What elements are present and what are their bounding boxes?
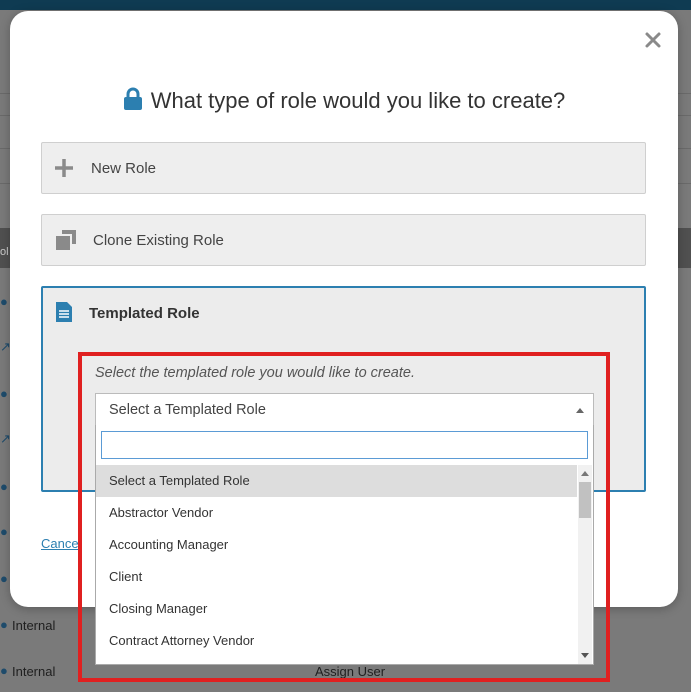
- dropdown-scrollbar[interactable]: [578, 465, 592, 664]
- clone-role-label: Clone Existing Role: [93, 232, 224, 249]
- dropdown-option[interactable]: Closing Manager: [96, 593, 577, 625]
- clone-icon: [55, 229, 77, 256]
- plus-icon: [54, 158, 74, 183]
- new-role-label: New Role: [91, 160, 157, 177]
- user-icon[interactable]: ●: [0, 480, 10, 494]
- scroll-down-icon[interactable]: [581, 653, 589, 658]
- close-icon[interactable]: [644, 31, 662, 49]
- dropdown-option[interactable]: Accounting Manager: [96, 529, 577, 561]
- modal-title-text: What type of role would you like to crea…: [150, 88, 566, 113]
- scrollbar-thumb[interactable]: [579, 482, 591, 518]
- user-icon[interactable]: ●: [0, 618, 10, 632]
- external-link-icon[interactable]: ↗: [0, 432, 10, 446]
- user-icon[interactable]: ●: [0, 525, 10, 539]
- external-link-icon[interactable]: ↗: [0, 340, 10, 354]
- user-icon[interactable]: ●: [0, 295, 10, 309]
- scroll-up-icon[interactable]: [581, 471, 589, 476]
- templated-role-label: Templated Role: [89, 305, 200, 322]
- user-icon[interactable]: ●: [0, 664, 10, 678]
- templated-instruction: Select the templated role you would like…: [95, 365, 415, 381]
- modal-title: What type of role would you like to crea…: [10, 87, 678, 117]
- user-icon[interactable]: ●: [0, 572, 10, 586]
- clone-role-option[interactable]: Clone Existing Role: [41, 214, 646, 266]
- dropdown-option[interactable]: Client: [96, 561, 577, 593]
- select-value: Select a Templated Role: [109, 402, 266, 418]
- bg-column-label: ol: [0, 246, 9, 258]
- document-icon: [55, 301, 73, 328]
- lock-icon: [123, 87, 143, 117]
- caret-up-icon: [576, 408, 584, 413]
- dropdown-options-list: Select a Templated Role Abstractor Vendo…: [96, 465, 577, 664]
- bg-row-type: Internal: [12, 618, 56, 633]
- dropdown-option[interactable]: Contract Attorney Vendor: [96, 625, 577, 657]
- new-role-option[interactable]: New Role: [41, 142, 646, 194]
- dropdown-option[interactable]: Select a Templated Role: [96, 465, 577, 497]
- cancel-link[interactable]: Cancel: [41, 536, 83, 551]
- templated-role-select[interactable]: Select a Templated Role: [95, 393, 594, 426]
- templated-role-dropdown: Select a Templated Role Abstractor Vendo…: [95, 425, 594, 665]
- dropdown-search-input[interactable]: [101, 431, 588, 459]
- app-header: [0, 0, 691, 10]
- dropdown-option[interactable]: Abstractor Vendor: [96, 497, 577, 529]
- assign-user-link[interactable]: Assign User: [315, 664, 385, 679]
- bg-row-type: Internal: [12, 664, 56, 679]
- user-icon[interactable]: ●: [0, 387, 10, 401]
